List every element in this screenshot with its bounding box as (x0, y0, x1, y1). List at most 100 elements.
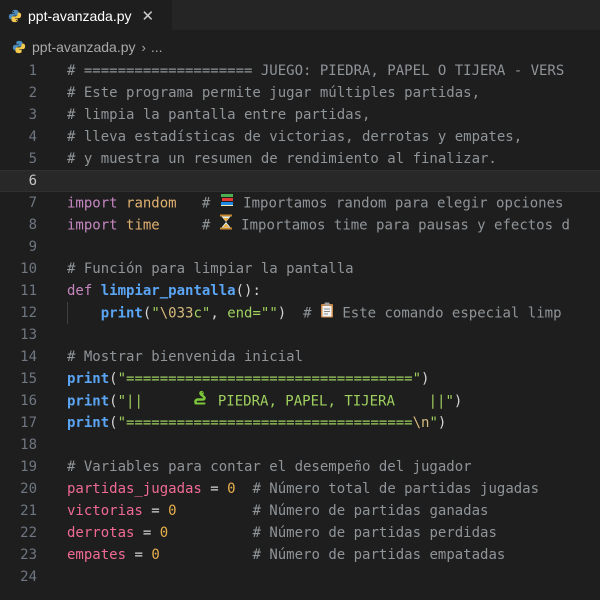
code-text: # Este programa permite jugar múltiples … (67, 82, 480, 104)
code-line[interactable]: 7 import random # Importamos random para … (0, 192, 600, 214)
token: c" (193, 305, 211, 322)
code-text: empates = 0 # Número de partidas empatad… (67, 544, 505, 566)
code-line[interactable]: 2 # Este programa permite jugar múltiples… (0, 82, 600, 104)
chevron-right-icon: › (141, 39, 146, 55)
code-text: victorias = 0 # Número de partidas ganad… (67, 500, 488, 522)
breadcrumb: ppt-avanzada.py › ... (0, 36, 600, 58)
token: (): (235, 283, 261, 299)
token: \033 (159, 305, 194, 322)
token: def (67, 283, 93, 299)
tab-bar: ppt-avanzada.py ✕ (0, 0, 600, 30)
line-number: 16 (20, 393, 37, 409)
code-line[interactable]: 5 # y muestra un resumen de rendimiento a… (0, 148, 600, 170)
code-line[interactable]: 14 # Mostrar bienvenida inicial (0, 346, 600, 368)
editor-tab[interactable]: ppt-avanzada.py ✕ (0, 0, 172, 30)
line-number: 21 (20, 503, 37, 519)
python-icon (8, 9, 22, 22)
code-line[interactable]: 8 import time # Importamos time para paus… (0, 214, 600, 236)
code-text: import random # Importamos random para e… (67, 192, 563, 215)
code-line[interactable]: 1 # ==================== JUEGO: PIEDRA, P… (0, 60, 600, 82)
line-number: 13 (20, 327, 37, 343)
line-number: 3 (28, 107, 37, 123)
token: # y muestra un resumen de rendimiento al… (67, 151, 497, 167)
code-text: # Mostrar bienvenida inicial (67, 346, 303, 368)
code-line[interactable]: 17 print("===============================… (0, 412, 600, 434)
token: ) (437, 415, 447, 431)
code-text: print("=================================… (67, 368, 429, 390)
code-text: print("=================================… (67, 412, 446, 434)
line-number: 11 (20, 283, 37, 299)
code-text: def limpiar_pantalla(): (67, 280, 261, 302)
close-icon[interactable]: ✕ (142, 7, 155, 25)
code-line[interactable]: 24 (0, 566, 600, 588)
code-line[interactable]: 3 # limpia la pantalla entre partidas, (0, 104, 600, 126)
breadcrumb-symbols[interactable]: ... (151, 39, 163, 55)
token: # Variables para contar el desempeño del… (67, 459, 472, 475)
line-number: 1 (28, 63, 37, 79)
token: = (134, 525, 160, 541)
token: # Mostrar bienvenida inicial (67, 349, 304, 365)
code-text: # limpia la pantalla entre partidas, (67, 104, 370, 126)
code-text: # Función para limpiar la pantalla (67, 258, 354, 280)
line-number: 20 (20, 481, 37, 497)
token: ( (109, 393, 118, 410)
line-number: 8 (28, 217, 37, 233)
code-line[interactable]: 13 (0, 324, 600, 346)
code-text: import time # Importamos time para pausa… (67, 214, 570, 237)
line-number: 18 (20, 437, 37, 453)
line-number: 14 (20, 349, 37, 365)
token: derrotas (67, 525, 135, 541)
token: import (67, 217, 118, 234)
code-line[interactable]: 22 derrotas = 0 # Número de partidas perd… (0, 522, 600, 544)
code-line[interactable]: 18 (0, 434, 600, 456)
token: print (100, 305, 143, 322)
code-line[interactable]: 19 # Variables para contar el desempeño d… (0, 456, 600, 478)
token: print (67, 371, 110, 387)
breadcrumb-file[interactable]: ppt-avanzada.py (32, 39, 136, 55)
code-line[interactable]: 21 victorias = 0 # Número de partidas gan… (0, 500, 600, 522)
token: # Número de partidas perdidas (252, 525, 497, 541)
token: print (67, 415, 110, 431)
token: # Número total de partidas jugadas (252, 481, 540, 497)
line-number: 19 (20, 459, 37, 475)
token: # (201, 217, 219, 234)
token: ) (453, 393, 463, 410)
code-line[interactable]: 16 print("|| PIEDRA, PAPEL, TIJERA ||") (0, 390, 600, 412)
snake-emoji-icon (193, 390, 209, 413)
code-text: print("\033c", end="") # Este comando es… (67, 302, 562, 325)
code-line[interactable]: 20 partidas_jugadas = 0 # Número total de… (0, 478, 600, 500)
code-line[interactable]: 15 print("===============================… (0, 368, 600, 390)
token: ( (109, 371, 118, 387)
line-number: 5 (28, 151, 37, 167)
token: # Función para limpiar la pantalla (67, 261, 354, 277)
token: # limpia la pantalla entre partidas, (67, 107, 371, 123)
line-number: 24 (20, 569, 37, 585)
token: ( (109, 415, 118, 431)
code-line[interactable]: 4 # lleva estadísticas de victorias, derr… (0, 126, 600, 148)
code-line[interactable]: 9 (0, 236, 600, 258)
token: " (151, 305, 160, 322)
token: # ==================== JUEGO: PIEDRA, PA… (67, 63, 565, 79)
token: Importamos random para elegir opciones (234, 195, 564, 212)
token: 0 (159, 525, 169, 541)
code-line[interactable]: 12 print("\033c", end="") # Este comando… (0, 302, 600, 324)
line-number: 9 (28, 239, 37, 255)
code-line[interactable]: 6 (0, 170, 600, 192)
line-number: 17 (20, 415, 37, 431)
code-editor[interactable]: 1 # ==================== JUEGO: PIEDRA, P… (0, 60, 600, 600)
line-number: 12 (20, 305, 37, 321)
token: time (126, 217, 160, 234)
code-line[interactable]: 10 # Función para limpiar la pantalla (0, 258, 600, 280)
code-line[interactable]: 11 def limpiar_pantalla(): (0, 280, 600, 302)
token: Este comando especial limp (333, 305, 562, 322)
code-line[interactable]: 23 empates = 0 # Número de partidas empat… (0, 544, 600, 566)
token: Importamos time para pausas y efectos d (232, 217, 570, 234)
token: victorias (67, 503, 143, 519)
